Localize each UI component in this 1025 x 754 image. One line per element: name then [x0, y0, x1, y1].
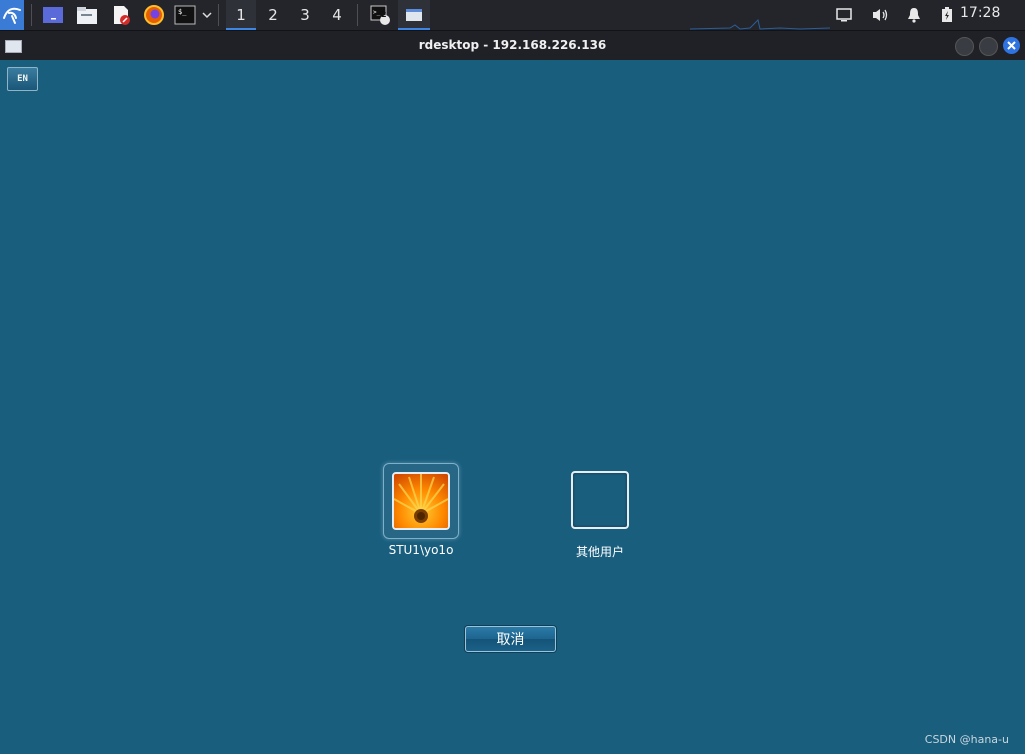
- minimize-button[interactable]: [955, 37, 974, 56]
- display-icon[interactable]: [832, 0, 856, 30]
- watermark: CSDN @hana-u: [924, 733, 1009, 746]
- user-tile-other[interactable]: [571, 471, 629, 529]
- flower-avatar: [392, 472, 450, 530]
- workspace-2-label: 2: [268, 6, 278, 24]
- desktop-icon[interactable]: [40, 0, 66, 30]
- cancel-button[interactable]: 取消: [465, 626, 556, 652]
- workspace-3-label: 3: [300, 6, 310, 24]
- kali-menu-icon[interactable]: [0, 0, 24, 30]
- terminal-icon[interactable]: $_: [172, 0, 198, 30]
- maximize-button[interactable]: [979, 37, 998, 56]
- language-indicator[interactable]: EN: [7, 67, 38, 91]
- svg-text:>_: >_: [373, 9, 381, 16]
- workspace-1-label: 1: [236, 6, 246, 24]
- window-titlebar[interactable]: rdesktop - 192.168.226.136: [0, 31, 1025, 60]
- blank-avatar: [571, 471, 629, 529]
- battery-icon[interactable]: [936, 0, 958, 30]
- workspace-3[interactable]: 3: [290, 0, 320, 30]
- svg-text:$_: $_: [178, 8, 187, 16]
- remote-desktop-area[interactable]: EN STU1\yo1o 其他用户 取消 CSDN @hana-u: [0, 60, 1025, 754]
- user-tile-stu1[interactable]: [383, 463, 459, 539]
- terminal-count-badge: 2: [381, 10, 387, 19]
- workspace-2[interactable]: 2: [258, 0, 288, 30]
- rdesktop-window-task[interactable]: [398, 0, 430, 30]
- dropdown-chevron-icon[interactable]: [199, 0, 215, 30]
- clock[interactable]: 17:28: [960, 0, 1000, 30]
- close-icon: [1007, 41, 1016, 50]
- file-manager-icon[interactable]: [74, 0, 100, 30]
- firefox-icon[interactable]: [141, 0, 167, 30]
- text-editor-icon[interactable]: [108, 0, 134, 30]
- user-name-stu1: STU1\yo1o: [388, 543, 454, 557]
- taskbar: $_ 1 2 3 4 >_ 2 17:28: [0, 0, 1025, 31]
- close-button[interactable]: [1003, 37, 1020, 54]
- cpu-graph: [690, 19, 830, 30]
- workspace-1[interactable]: 1: [226, 0, 256, 30]
- terminal-window-icon: >_: [370, 5, 390, 25]
- terminal-window-task[interactable]: >_ 2: [366, 0, 394, 30]
- notification-bell-icon[interactable]: [902, 0, 926, 30]
- workspace-4-label: 4: [332, 6, 342, 24]
- workspace-4[interactable]: 4: [322, 0, 352, 30]
- rdesktop-window-icon: [406, 9, 422, 21]
- window-title: rdesktop - 192.168.226.136: [418, 38, 607, 52]
- volume-icon[interactable]: [868, 0, 892, 30]
- user-name-other: 其他用户: [575, 545, 624, 559]
